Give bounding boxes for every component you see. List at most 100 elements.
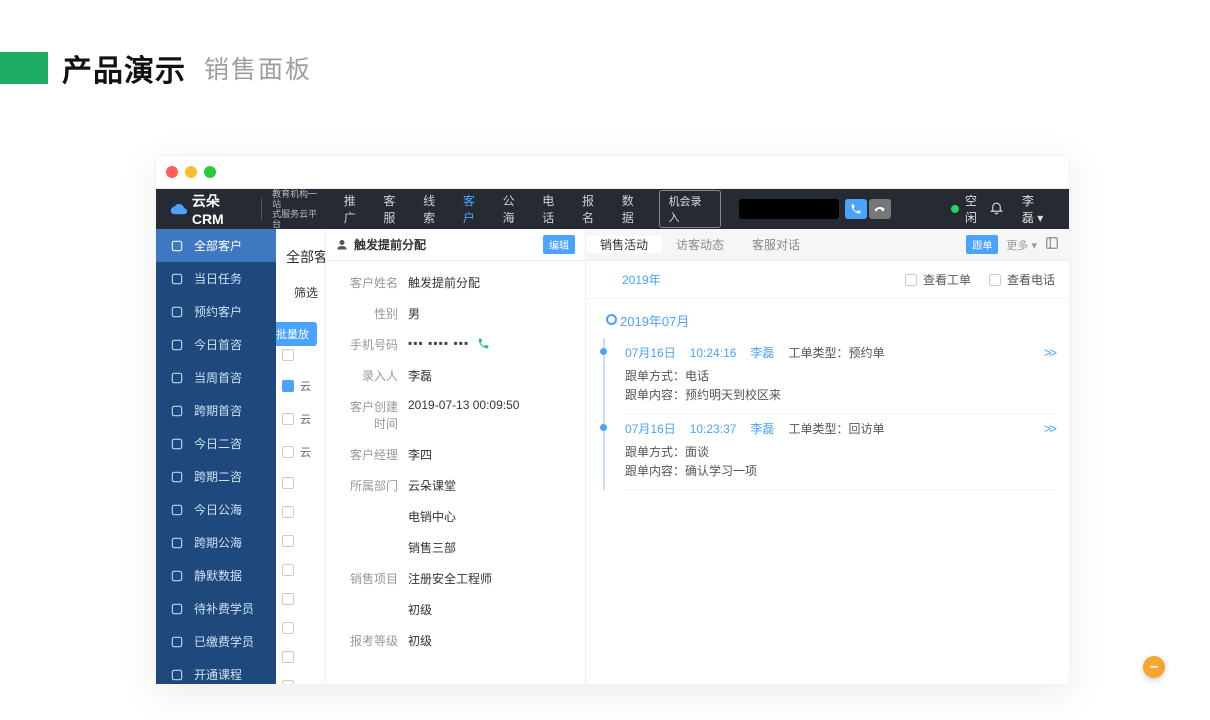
row-checkbox[interactable] (282, 413, 294, 425)
row-checkbox[interactable] (282, 506, 294, 518)
row-checkbox[interactable] (282, 380, 294, 392)
row-checkbox[interactable] (282, 477, 294, 489)
nav-报名[interactable]: 报名 (582, 192, 606, 226)
notifications-button[interactable] (989, 200, 1004, 218)
sidebar-item-静默数据[interactable]: 静默数据 (156, 559, 276, 592)
nav-电话[interactable]: 电话 (542, 192, 566, 226)
page-title-main: 产品演示 (62, 46, 186, 90)
fab-minimize-button[interactable]: – (1143, 656, 1165, 678)
tab-访客动态[interactable]: 访客动态 (662, 236, 738, 253)
phone-icon (850, 203, 862, 215)
detail-label (340, 601, 408, 618)
close-window-button[interactable] (166, 166, 178, 178)
user-icon (336, 239, 348, 251)
row-checkbox[interactable] (282, 564, 294, 576)
table-row[interactable]: 云 (282, 378, 311, 394)
row-checkbox[interactable] (282, 535, 294, 547)
row-checkbox[interactable] (282, 349, 294, 361)
sidebar-item-label: 待补费学员 (194, 600, 254, 617)
status-dot (951, 205, 959, 213)
table-row[interactable]: 云 (282, 411, 311, 427)
list-title: 全部客户 (286, 247, 326, 267)
sea-icon (170, 503, 184, 517)
tab-销售活动[interactable]: 销售活动 (586, 236, 662, 253)
table-row[interactable] (282, 622, 311, 634)
sidebar-item-当周首咨[interactable]: 当周首咨 (156, 361, 276, 394)
logo-tagline: 教育机构一站 式服务云平台 (272, 189, 326, 229)
sidebar-item-跨期首咨[interactable]: 跨期首咨 (156, 394, 276, 427)
sidebar-item-label: 跨期公海 (194, 534, 242, 551)
nav-数据[interactable]: 数据 (622, 192, 646, 226)
table-row[interactable]: 云 (282, 444, 311, 460)
nav-推广[interactable]: 推广 (344, 192, 368, 226)
detail-value: 触发提前分配 (408, 274, 480, 291)
detail-row: 初级 (340, 594, 571, 625)
row-checkbox[interactable] (282, 446, 294, 458)
nav-线索[interactable]: 线索 (423, 192, 447, 226)
sidebar-item-开通课程[interactable]: 开通课程 (156, 658, 276, 684)
sidebar-item-今日公海[interactable]: 今日公海 (156, 493, 276, 526)
detail-label: 手机号码 (340, 336, 408, 353)
sidebar-item-跨期二咨[interactable]: 跨期二咨 (156, 460, 276, 493)
sidebar-item-全部客户[interactable]: 全部客户 (156, 229, 276, 262)
sidebar: 全部客户当日任务预约客户今日首咨当周首咨跨期首咨今日二咨跨期二咨今日公海跨期公海… (156, 229, 276, 684)
timeline-method: 跟单方式：面谈 (625, 443, 1055, 460)
phone-icon[interactable] (477, 337, 490, 350)
table-row[interactable] (282, 535, 311, 547)
sidebar-item-跨期公海[interactable]: 跨期公海 (156, 526, 276, 559)
username-dropdown[interactable]: 李磊 ▾ (1022, 192, 1055, 226)
opportunity-entry-button[interactable]: 机会录入 (659, 190, 721, 228)
timeline-content: 跟单内容：预约明天到校区来 (625, 386, 1055, 403)
sidebar-item-预约客户[interactable]: 预约客户 (156, 295, 276, 328)
table-row[interactable] (282, 564, 311, 576)
row-checkbox[interactable] (282, 651, 294, 663)
sidebar-item-当日任务[interactable]: 当日任务 (156, 262, 276, 295)
phone-down-icon (874, 203, 886, 215)
panel-layout-button[interactable] (1045, 236, 1059, 253)
nav-公海[interactable]: 公海 (503, 192, 527, 226)
timeline-type: 工单类型：回访单 (788, 420, 884, 437)
table-row[interactable] (282, 477, 311, 489)
filter-label: 筛选 (294, 284, 318, 301)
sidebar-item-待补费学员[interactable]: 待补费学员 (156, 592, 276, 625)
edit-button[interactable]: 编辑 (543, 235, 575, 254)
maximize-window-button[interactable] (204, 166, 216, 178)
bulk-release-button[interactable]: 批量放 (276, 322, 317, 346)
filter-orders-checkbox[interactable]: 查看工单 (905, 271, 971, 288)
hangup-button[interactable] (869, 199, 891, 219)
timeline-date: 07月16日 (625, 344, 676, 361)
nav-客服[interactable]: 客服 (383, 192, 407, 226)
detail-row: 销售项目注册安全工程师 (340, 563, 571, 594)
timeline-item: 07月16日10:24:16李磊工单类型：预约单>>跟单方式：电话跟单内容：预约… (625, 338, 1055, 414)
detail-value: 云朵课堂 (408, 477, 456, 494)
more-dropdown[interactable]: 更多 ▾ (1006, 237, 1037, 253)
row-checkbox[interactable] (282, 680, 294, 684)
table-row[interactable] (282, 506, 311, 518)
detail-row: 客户经理李四 (340, 439, 571, 470)
call-button[interactable] (845, 199, 867, 219)
tab-客服对话[interactable]: 客服对话 (738, 236, 814, 253)
sidebar-item-今日二咨[interactable]: 今日二咨 (156, 427, 276, 460)
table-row[interactable] (282, 651, 311, 663)
expand-item-button[interactable]: >> (1044, 421, 1055, 436)
nav-客户[interactable]: 客户 (463, 192, 487, 226)
table-row[interactable] (282, 680, 311, 684)
table-row[interactable] (282, 349, 311, 361)
followup-pill[interactable]: 跟单 (966, 235, 998, 254)
sidebar-item-今日首咨[interactable]: 今日首咨 (156, 328, 276, 361)
row-checkbox[interactable] (282, 593, 294, 605)
student-paid-icon (170, 635, 184, 649)
timeline-operator: 李磊 (750, 344, 774, 361)
chat-week-icon (170, 371, 184, 385)
detail-label (340, 508, 408, 525)
detail-row: 客户姓名触发提前分配 (340, 267, 571, 298)
row-checkbox[interactable] (282, 622, 294, 634)
minimize-window-button[interactable] (185, 166, 197, 178)
filter-calls-checkbox[interactable]: 查看电话 (989, 271, 1055, 288)
top-nav: 云朵CRM 教育机构一站 式服务云平台 推广客服线索客户公海电话报名数据 机会录… (156, 189, 1069, 229)
sidebar-item-已缴费学员[interactable]: 已缴费学员 (156, 625, 276, 658)
global-search-input[interactable] (739, 199, 839, 219)
expand-item-button[interactable]: >> (1044, 345, 1055, 360)
table-row[interactable] (282, 593, 311, 605)
row-peek-text: 云 (300, 444, 311, 460)
